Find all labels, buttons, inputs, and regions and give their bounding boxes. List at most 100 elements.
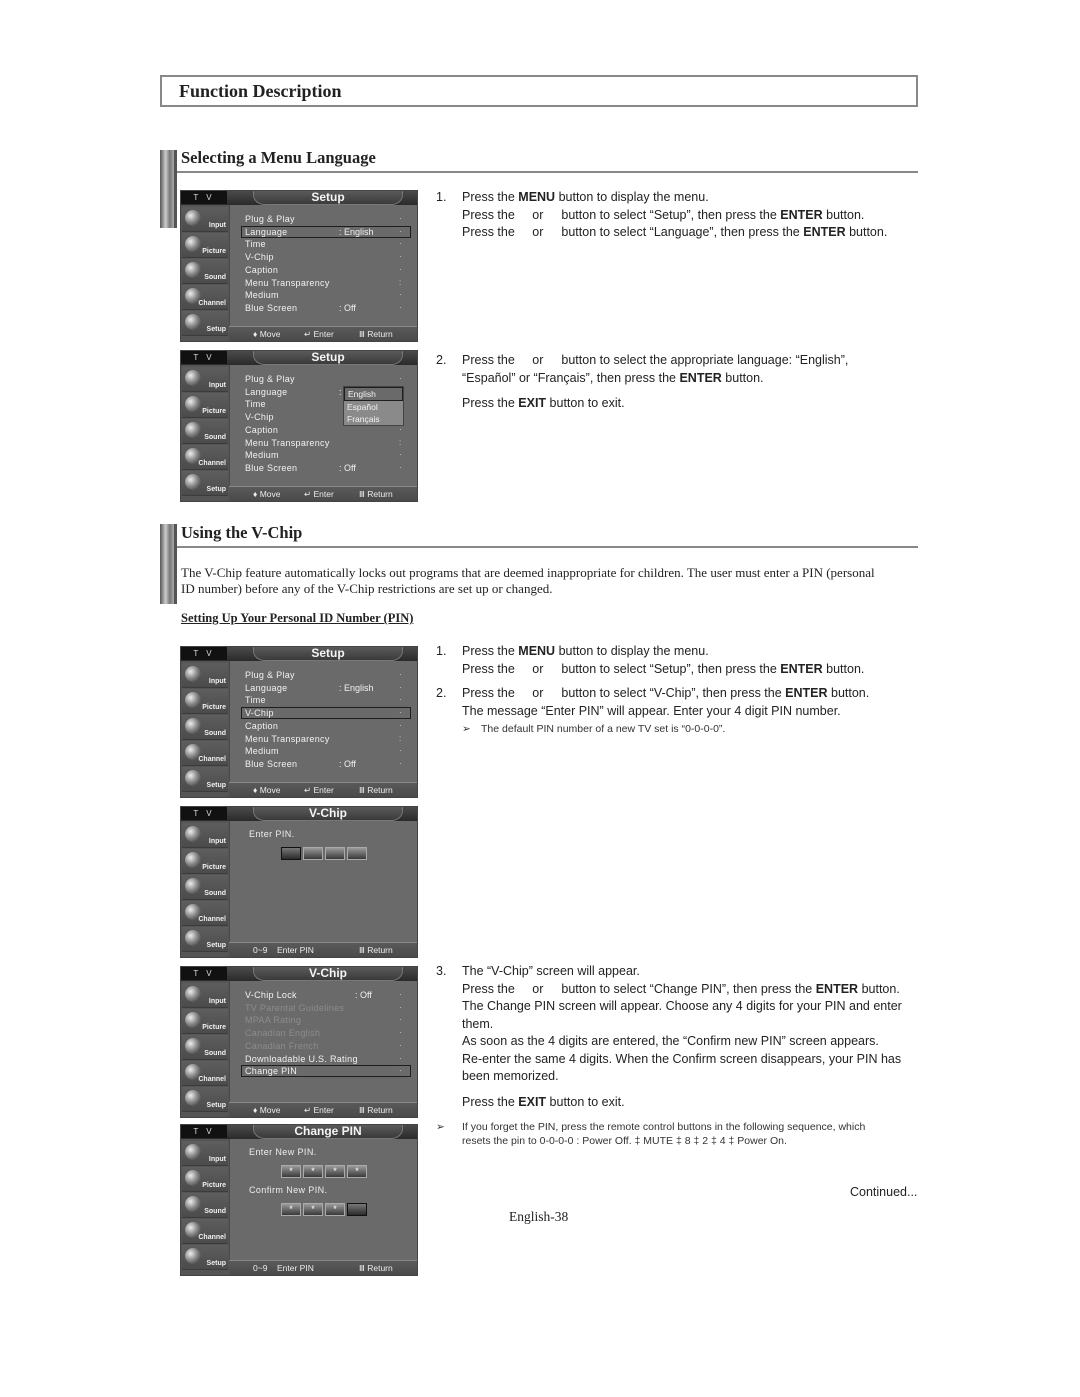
new-pin-digit-box[interactable]: *: [325, 1165, 345, 1178]
step-line: The Change PIN screen will appear. Choos…: [462, 998, 902, 1016]
menu-item-time[interactable]: Time: [245, 238, 266, 250]
step-number: 1.: [436, 644, 447, 658]
step-number: 2.: [436, 353, 447, 367]
language-option[interactable]: Français: [344, 413, 403, 425]
language-option[interactable]: English: [344, 386, 403, 401]
menu-item-arrow: ·: [399, 374, 402, 383]
sidebar-item-channel[interactable]: Channel: [182, 1061, 228, 1086]
sidebar-item-sound[interactable]: Sound: [182, 715, 228, 740]
menu-item-blue-screen[interactable]: Blue Screen: [245, 462, 297, 474]
sidebar-item-setup[interactable]: Setup: [182, 927, 228, 952]
menu-item-v-chip[interactable]: V-Chip: [245, 411, 274, 423]
sidebar-item-channel[interactable]: Channel: [182, 285, 228, 310]
pin-digit-box[interactable]: [325, 847, 345, 860]
sidebar-item-channel[interactable]: Channel: [182, 741, 228, 766]
osd-change-pin: T V Change PIN Input Picture Sound Channel Set…: [180, 1124, 418, 1276]
step-text: button to display the menu.: [555, 190, 709, 204]
sidebar-item-label: Sound: [204, 434, 226, 441]
menu-item-v-chip[interactable]: V-Chip: [245, 251, 274, 263]
menu-item-change-pin[interactable]: Change PIN: [245, 1065, 297, 1077]
sidebar-item-input[interactable]: Input: [182, 983, 228, 1008]
menu-item-value: : Off: [339, 758, 356, 769]
sidebar-item-channel[interactable]: Channel: [182, 901, 228, 926]
menu-item-v-chip-lock[interactable]: V-Chip Lock: [245, 989, 297, 1001]
step-lines: Press the or button to select “V-Chip”, t…: [462, 685, 869, 720]
menu-item-medium[interactable]: Medium: [245, 289, 279, 301]
sidebar-item-input[interactable]: Input: [182, 823, 228, 848]
footer-enter: ↵ Enter: [304, 489, 334, 499]
menu-item-medium[interactable]: Medium: [245, 449, 279, 461]
new-pin-digit-box[interactable]: *: [347, 1165, 367, 1178]
confirm-pin-digit-box[interactable]: [347, 1203, 367, 1216]
sidebar-item-input[interactable]: Input: [182, 367, 228, 392]
step-text: Press the: [462, 190, 519, 204]
menu-item-blue-screen[interactable]: Blue Screen: [245, 758, 297, 770]
menu-item-v-chip[interactable]: V-Chip: [245, 707, 274, 719]
sidebar-item-setup[interactable]: Setup: [182, 311, 228, 336]
menu-item-menu-transparency[interactable]: Menu Transparency: [245, 277, 330, 289]
menu-item-medium[interactable]: Medium: [245, 745, 279, 757]
osd-setup-language-dropdown: T V Setup Input Picture Sound Channel Setup ♦ M…: [180, 350, 418, 502]
menu-item-blue-screen[interactable]: Blue Screen: [245, 302, 297, 314]
sidebar-item-picture[interactable]: Picture: [182, 689, 228, 714]
pin-digit-box[interactable]: [347, 847, 367, 860]
menu-item-menu-transparency[interactable]: Menu Transparency: [245, 437, 330, 449]
sidebar-item-label: Channel: [198, 756, 226, 763]
picture-icon: [185, 396, 201, 412]
sidebar-item-sound[interactable]: Sound: [182, 1035, 228, 1060]
menu-item-plug-play[interactable]: Plug & Play: [245, 669, 295, 681]
sidebar-item-setup[interactable]: Setup: [182, 1245, 228, 1270]
sidebar-item-input[interactable]: Input: [182, 663, 228, 688]
sidebar-item-picture[interactable]: Picture: [182, 1009, 228, 1034]
new-pin-digit-box[interactable]: *: [281, 1165, 301, 1178]
sidebar-item-sound[interactable]: Sound: [182, 1193, 228, 1218]
sidebar-item-input[interactable]: Input: [182, 1141, 228, 1166]
menu-item-language[interactable]: Language: [245, 226, 287, 238]
confirm-pin-digit-box[interactable]: *: [281, 1203, 301, 1216]
sidebar-item-picture[interactable]: Picture: [182, 233, 228, 258]
sidebar-item-sound[interactable]: Sound: [182, 419, 228, 444]
step-text: The message “Enter PIN” will appear. Ent…: [462, 703, 841, 718]
language-option[interactable]: Español: [344, 401, 403, 413]
menu-item-menu-transparency[interactable]: Menu Transparency: [245, 733, 330, 745]
section-divider: [177, 171, 918, 173]
menu-item-plug-play[interactable]: Plug & Play: [245, 373, 295, 385]
sidebar-item-channel[interactable]: Channel: [182, 445, 228, 470]
sidebar-item-sound[interactable]: Sound: [182, 875, 228, 900]
sidebar-item-setup[interactable]: Setup: [182, 1087, 228, 1112]
sidebar-item-channel[interactable]: Channel: [182, 1219, 228, 1244]
pin-digit-box[interactable]: [281, 847, 301, 860]
input-icon: [185, 370, 201, 386]
sidebar-item-label: Input: [208, 1156, 226, 1163]
step-line: them.: [462, 1016, 902, 1034]
sidebar-item-input[interactable]: Input: [182, 207, 228, 232]
menu-item-caption[interactable]: Caption: [245, 720, 278, 732]
step-text: Press the: [462, 225, 519, 239]
step-text: Press the: [462, 207, 519, 222]
menu-item-plug-play[interactable]: Plug & Play: [245, 213, 295, 225]
button-name: MENU: [518, 644, 556, 658]
language-dropdown[interactable]: English Español Français: [343, 385, 404, 426]
menu-item-time[interactable]: Time: [245, 398, 266, 410]
sidebar-item-sound[interactable]: Sound: [182, 259, 228, 284]
new-pin-digit-box[interactable]: *: [303, 1165, 323, 1178]
menu-item-time[interactable]: Time: [245, 694, 266, 706]
sidebar-item-picture[interactable]: Picture: [182, 1167, 228, 1192]
menu-item-downloadable-u-s-rating[interactable]: Downloadable U.S. Rating: [245, 1053, 358, 1065]
step-text: “Español” or “Français”, then press the: [462, 370, 680, 385]
sidebar-item-setup[interactable]: Setup: [182, 767, 228, 792]
confirm-pin-digit-box[interactable]: *: [325, 1203, 345, 1216]
sidebar-item-setup[interactable]: Setup: [182, 471, 228, 496]
confirm-pin-digit-box[interactable]: *: [303, 1203, 323, 1216]
menu-item-language[interactable]: Language: [245, 386, 287, 398]
step-lines: Press the MENU button to display the men…: [462, 189, 887, 242]
menu-item-language[interactable]: Language: [245, 682, 287, 694]
pin-digit-box[interactable]: [303, 847, 323, 860]
menu-item-caption[interactable]: Caption: [245, 264, 278, 276]
sidebar-item-picture[interactable]: Picture: [182, 393, 228, 418]
sidebar-item-picture[interactable]: Picture: [182, 849, 228, 874]
step-line: Press the or button to select “Setup”, th…: [462, 207, 887, 225]
footer-enter: ↵ Enter: [304, 329, 334, 339]
sidebar-item-label: Picture: [202, 408, 226, 415]
menu-item-caption[interactable]: Caption: [245, 424, 278, 436]
